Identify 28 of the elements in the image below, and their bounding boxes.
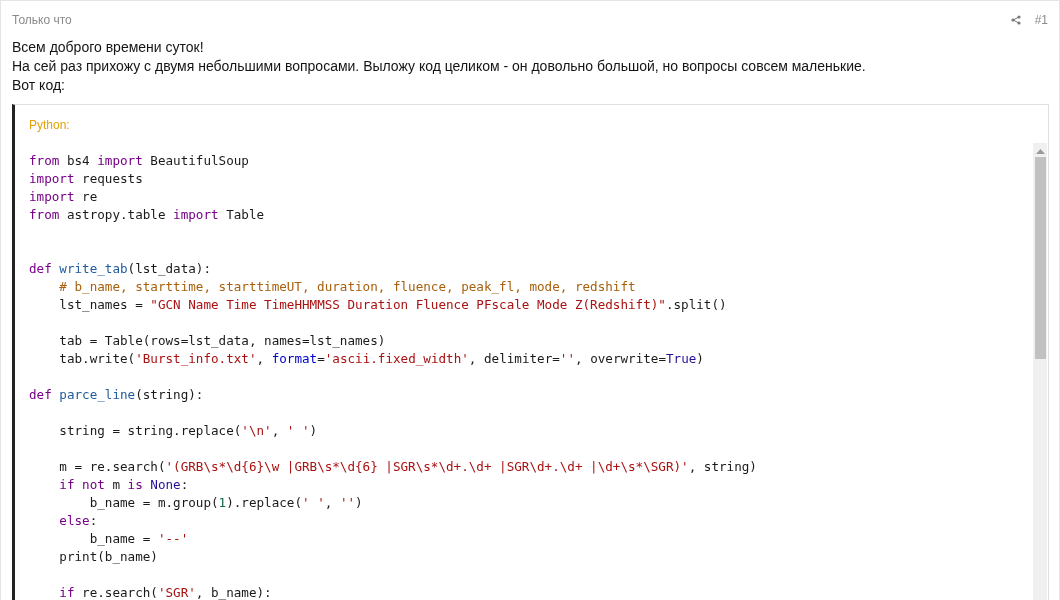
scrollbar[interactable] <box>1033 143 1047 600</box>
code-line: lst_names = "GCN Name Time TimeHHMMSS Duration Fluence PFscale Mode Z(Redshift)".split() <box>58 296 728 314</box>
share-icon[interactable] <box>1010 14 1021 25</box>
code-line: from astropy.table import Table <box>29 206 266 224</box>
code-line: # b_name, starttime, starttimeUT, duration, fluence, peak_fl, mode, redshift <box>58 278 637 296</box>
code-line: b_name = '--' <box>88 530 190 548</box>
scrollbar-thumb[interactable] <box>1034 157 1046 359</box>
code-line: m = re.search('(GRB\s*\d{6}\w |GRB\s*\d{6} |SGR\s*\d+.\d+ |SGR\d+.\d+ |\d+\s*\SGR)', string) <box>58 458 758 476</box>
post-text: Всем доброго времени суток! <box>12 38 205 57</box>
code-line: string = string.replace('\n', ' ') <box>58 422 319 440</box>
scroll-up-icon[interactable] <box>1035 148 1045 154</box>
code-line: if re.search('SGR', b_name): <box>58 584 273 600</box>
code-line: import re <box>29 188 99 206</box>
code-line: if not m is None: <box>58 476 190 494</box>
code-line: def write_tab(lst_data): <box>29 260 212 278</box>
code-line: print(b_name) <box>58 548 159 566</box>
code-line: tab.write('Burst_info.txt', format='ascii.fixed_width', delimiter='', overwrite=True) <box>58 350 705 368</box>
code-line: else: <box>58 512 99 530</box>
code-line: b_name = m.group(1).replace(' ', '') <box>88 494 364 512</box>
post-text: На сей раз прихожу с двумя небольшими вопросами. Выложу код целиком - он довольно большой, но вопросы совсем маленькие. <box>12 57 867 76</box>
code-line: tab = Table(rows=lst_data, names=lst_names) <box>58 332 387 350</box>
code-line: import requests <box>29 170 144 188</box>
post-time: Только что <box>12 12 72 27</box>
post-number-link[interactable]: #1 <box>1034 12 1048 27</box>
code-line: def parce_line(string): <box>29 386 205 404</box>
code-language-label: Python: <box>28 117 71 134</box>
post-text: Вот код: <box>12 76 66 95</box>
code-line: from bs4 import BeautifulSoup <box>29 152 250 170</box>
